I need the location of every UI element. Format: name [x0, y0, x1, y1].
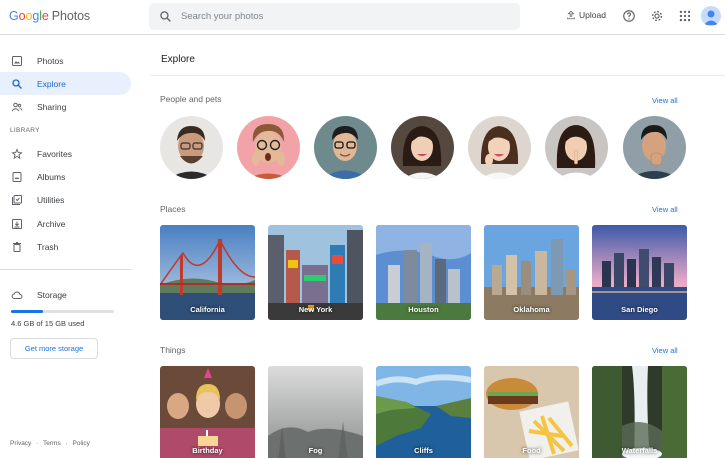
sidebar-item-label: Photos [37, 55, 64, 66]
apps-grid-icon[interactable] [678, 9, 692, 23]
thing-tile-waterfalls[interactable]: Waterfalls [592, 366, 687, 458]
thing-label: Food [522, 446, 541, 455]
person-face-2[interactable] [237, 116, 300, 179]
place-label: Houston [408, 305, 439, 314]
help-icon[interactable] [622, 9, 636, 23]
storage-progress-bar [11, 310, 114, 313]
sidebar-item-archive[interactable]: Archive [0, 212, 131, 235]
footer-links: Privacy · Terms · Policy [10, 440, 90, 447]
policy-link[interactable]: Policy [73, 440, 90, 447]
thing-label: Fog [308, 446, 323, 455]
sidebar-item-storage[interactable]: Storage [0, 283, 131, 306]
sidebar: Photos Explore Sharing LIBRARY Favorites… [0, 36, 140, 458]
sidebar-item-albums[interactable]: Albums [0, 165, 131, 188]
place-tile-california[interactable]: California [160, 225, 255, 320]
sidebar-item-sharing[interactable]: Sharing [0, 95, 131, 118]
people-icon [11, 102, 23, 111]
place-tile-new-york[interactable]: New York [268, 225, 363, 320]
album-icon [12, 171, 22, 182]
person-face-1[interactable] [160, 116, 223, 179]
footer-separator: · [65, 440, 68, 447]
get-more-storage-button[interactable]: Get more storage [10, 338, 98, 359]
photo-icon [12, 55, 22, 66]
gear-icon[interactable] [650, 9, 664, 23]
sidebar-item-label: Utilities [37, 194, 65, 205]
place-label: Oklahoma [513, 305, 550, 314]
footer-separator: · [36, 440, 39, 447]
title-divider [150, 75, 725, 76]
top-app-bar: GooglePhotos Upload [0, 0, 725, 35]
thing-tile-birthday[interactable]: Birthday [160, 366, 255, 458]
logo-word: Google [9, 9, 49, 23]
page-title: Explore [161, 54, 195, 65]
sidebar-item-label: Trash [37, 241, 59, 252]
places-view-all-link[interactable]: View all [652, 205, 678, 214]
privacy-link[interactable]: Privacy [10, 440, 31, 447]
sidebar-item-trash[interactable]: Trash [0, 235, 131, 258]
places-section-title: Places [160, 204, 186, 214]
storage-label: Storage [37, 289, 67, 300]
sidebar-item-label: Albums [37, 171, 66, 182]
utilities-icon [12, 194, 22, 205]
search-icon[interactable] [159, 10, 172, 23]
sidebar-item-label: Favorites [37, 148, 72, 159]
person-face-6[interactable] [545, 116, 608, 179]
thing-label: Waterfalls [621, 446, 658, 455]
sidebar-item-favorites[interactable]: Favorites [0, 142, 131, 165]
place-label: California [190, 305, 225, 314]
people-view-all-link[interactable]: View all [652, 96, 678, 105]
thing-label: Birthday [192, 446, 223, 455]
thing-tile-fog[interactable]: Fog [268, 366, 363, 458]
sidebar-item-label: Explore [37, 78, 66, 89]
place-label: New York [298, 305, 333, 314]
things-view-all-link[interactable]: View all [652, 346, 678, 355]
search-icon [12, 78, 22, 89]
upload-label: Upload [579, 10, 606, 20]
place-tile-san-diego[interactable]: San Diego [592, 225, 687, 320]
upload-button[interactable]: Upload [566, 10, 606, 20]
cloud-icon [11, 291, 23, 299]
thing-tile-food[interactable]: Food [484, 366, 579, 458]
library-section-label: LIBRARY [10, 127, 40, 134]
place-label: San Diego [621, 305, 658, 314]
archive-icon [12, 218, 22, 229]
logo-product: Photos [51, 9, 91, 23]
sidebar-item-label: Archive [37, 218, 66, 229]
sidebar-item-label: Sharing [37, 101, 67, 112]
sidebar-item-explore[interactable]: Explore [0, 72, 131, 95]
search-bar[interactable] [149, 3, 520, 30]
place-tile-oklahoma[interactable]: Oklahoma [484, 225, 579, 320]
sidebar-divider [0, 269, 131, 270]
storage-progress-fill [11, 310, 43, 313]
thing-tile-cliffs[interactable]: Cliffs [376, 366, 471, 458]
terms-link[interactable]: Terms [43, 440, 61, 447]
upload-icon [567, 10, 575, 20]
account-avatar[interactable] [701, 6, 721, 26]
trash-icon [13, 241, 21, 252]
search-input[interactable] [181, 3, 511, 30]
place-tile-houston[interactable]: Houston [376, 225, 471, 320]
person-face-7[interactable] [623, 116, 686, 179]
sidebar-item-photos[interactable]: Photos [0, 49, 131, 72]
star-icon [11, 147, 23, 159]
person-face-4[interactable] [391, 116, 454, 179]
person-face-3[interactable] [314, 116, 377, 179]
explore-main: Explore People and pets View all Places … [150, 36, 725, 458]
account-icon [704, 10, 718, 25]
sidebar-item-utilities[interactable]: Utilities [0, 188, 131, 211]
people-section-title: People and pets [160, 94, 222, 104]
things-section-title: Things [160, 345, 186, 355]
thing-label: Cliffs [414, 446, 433, 455]
person-face-5[interactable] [468, 116, 531, 179]
storage-used-text: 4.6 GB of 15 GB used [11, 319, 85, 328]
google-photos-logo[interactable]: Google Photos [9, 9, 90, 23]
